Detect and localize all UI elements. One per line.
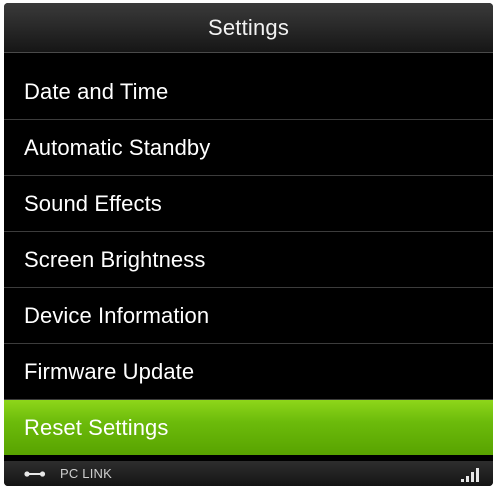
menu-item-label: Device Information bbox=[24, 302, 210, 328]
menu-item-label: Automatic Standby bbox=[24, 134, 211, 160]
menu-item-device-information[interactable]: Device Information bbox=[4, 288, 493, 344]
header-bar: Settings bbox=[4, 3, 493, 53]
menu-item-label: Sound Effects bbox=[24, 190, 162, 216]
settings-menu: Date and Time Automatic Standby Sound Ef… bbox=[4, 64, 493, 455]
menu-item-label: Reset Settings bbox=[24, 414, 169, 440]
menu-item-label: Firmware Update bbox=[24, 358, 195, 384]
menu-item-label: Date and Time bbox=[24, 78, 169, 104]
menu-item-reset-settings[interactable]: Reset Settings bbox=[4, 400, 493, 455]
settings-screen: Settings Date and Time Automatic Standby… bbox=[4, 3, 493, 486]
menu-item-date-and-time[interactable]: Date and Time bbox=[4, 64, 493, 120]
usb-link-icon bbox=[24, 470, 46, 477]
menu-item-screen-brightness[interactable]: Screen Brightness bbox=[4, 232, 493, 288]
page-title: Settings bbox=[207, 14, 290, 40]
menu-item-firmware-update[interactable]: Firmware Update bbox=[4, 344, 493, 400]
menu-item-sound-effects[interactable]: Sound Effects bbox=[4, 176, 493, 232]
menu-item-label: Screen Brightness bbox=[24, 246, 206, 272]
status-bar: PC LINK bbox=[4, 461, 493, 486]
menu-item-automatic-standby[interactable]: Automatic Standby bbox=[4, 120, 493, 176]
signal-strength-icon bbox=[461, 468, 479, 482]
pc-link-label: PC LINK bbox=[60, 466, 112, 481]
